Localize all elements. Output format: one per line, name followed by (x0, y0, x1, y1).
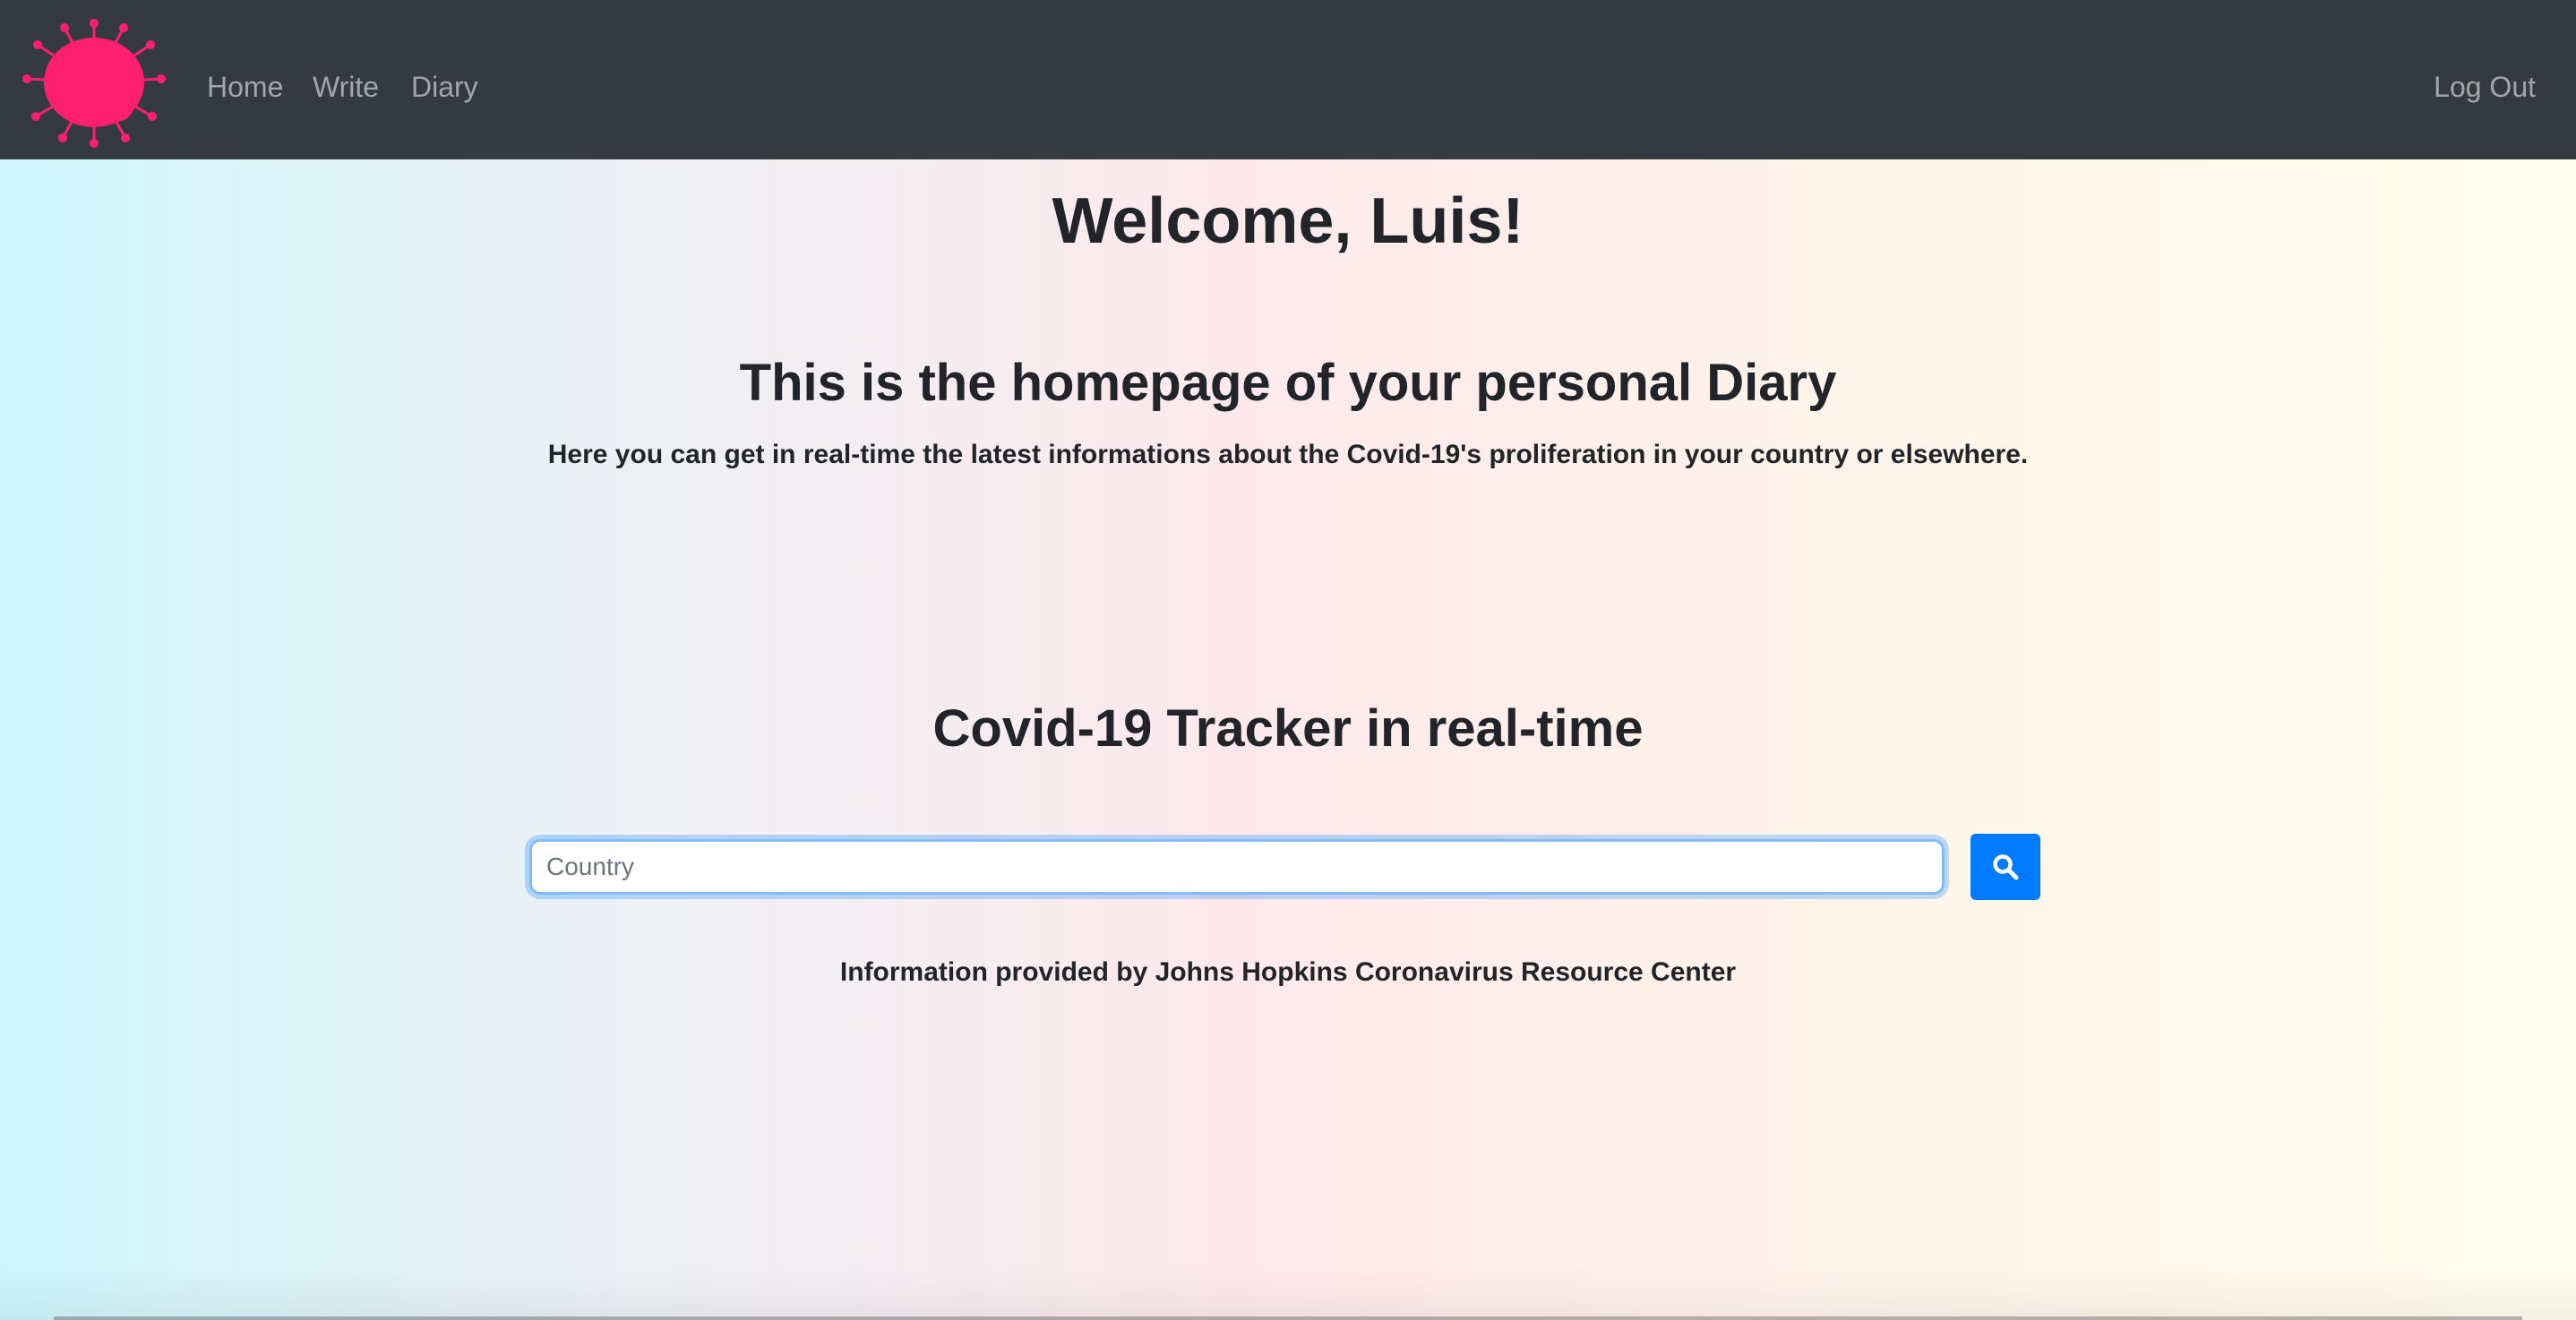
nav-write-link[interactable]: Write (313, 66, 379, 107)
logout-link[interactable]: Log Out (2434, 66, 2536, 107)
country-search-input[interactable] (529, 839, 1945, 895)
search-icon (1993, 854, 2019, 880)
data-source-credit: Information provided by Johns Hopkins Co… (839, 957, 1737, 987)
search-button[interactable] (1971, 834, 2040, 900)
tracker-title: Covid-19 Tracker in real-time (932, 699, 1644, 758)
welcome-heading: Welcome, Luis! (1052, 185, 1524, 257)
virus-icon[interactable] (18, 16, 170, 149)
nav-diary-link[interactable]: Diary (411, 66, 478, 107)
nav-home-link[interactable]: Home (207, 66, 283, 107)
page-subtitle: This is the homepage of your personal Di… (739, 354, 1837, 412)
top-navbar: Home Write Diary Log Out (0, 0, 2576, 159)
bottom-divider (54, 1316, 2522, 1320)
intro-text: Here you can get in real-time the latest… (547, 440, 2029, 469)
bottom-shade (0, 1266, 2576, 1320)
